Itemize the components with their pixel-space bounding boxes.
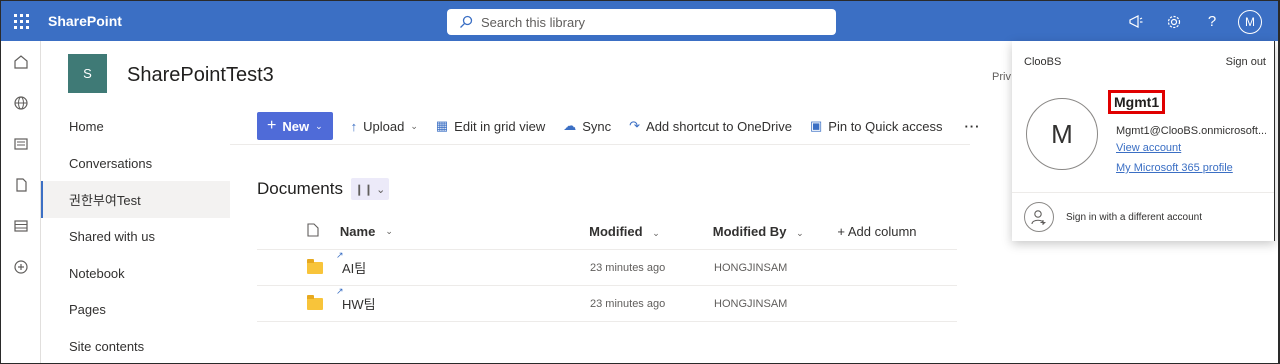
add-column-button[interactable]: + Add column [837,224,957,239]
privacy-link-fragment[interactable]: Priv [992,71,1011,83]
m365-profile-link[interactable]: My Microsoft 365 profile [1116,162,1233,174]
nav-item-permission-test[interactable]: 권한부여Test [41,181,230,219]
view-selector-button[interactable]: ❙❙ ⌄ [350,178,389,200]
left-app-bar [0,41,41,364]
modified-cell: 23 minutes ago [590,297,666,310]
plus-icon: + [267,117,277,134]
globe-icon[interactable] [12,94,30,112]
folder-icon [307,258,323,274]
org-name: ClooBS [1024,56,1062,68]
sync-button[interactable]: ☁ Sync [563,118,611,134]
site-navigation: Home Conversations 권한부여Test Shared with … [41,108,230,364]
column-name-label: Name [339,224,376,239]
pin-quick-access-button[interactable]: ▣ Pin to Quick access [810,118,942,134]
new-item-icon: ↗ [336,286,344,296]
folder-name: AI팀 [342,261,367,276]
add-shortcut-button[interactable]: ↷ Add shortcut to OneDrive [629,118,792,134]
upload-label: Upload [363,118,405,134]
suite-bar: SharePoint Search this library ? M [0,0,1280,41]
command-bar-divider [230,144,970,145]
add-shortcut-label: Add shortcut to OneDrive [646,118,792,134]
search-input[interactable]: Search this library [447,9,836,35]
account-panel: ClooBS Sign out M Mgmt1 Mgmt1@ClooBS.onm… [1012,41,1275,241]
chevron-down-icon: ⌄ [315,120,323,131]
chevron-down-icon: ⌄ [376,183,386,196]
account-email: Mgmt1@ClooBS.onmicrosoft.... [1116,125,1266,137]
folder-icon [307,294,323,310]
library-header: Documents ❙❙ ⌄ [257,178,389,200]
view-account-link[interactable]: View account [1116,142,1181,154]
pin-label: Pin to Quick access [828,118,943,134]
avatar[interactable]: M [1026,98,1098,170]
nav-item-site-contents[interactable]: Site contents [41,328,230,364]
chevron-down-icon: ⌄ [385,226,393,236]
column-name[interactable]: Name ⌄ [340,224,589,239]
modified-by-cell: HONGJINSAM [714,297,788,310]
modified-by-cell: HONGJINSAM [714,261,788,274]
sign-in-different-account-button[interactable]: Sign in with a different account [1024,202,1202,232]
folder-name-link[interactable]: ↗ AI팀 [336,250,367,277]
column-modified[interactable]: Modified ⌄ [589,224,713,239]
nav-item-pages[interactable]: Pages [41,291,230,328]
app-launcher-button[interactable] [1,1,42,42]
file-type-header[interactable] [257,223,340,240]
modified-cell: 23 minutes ago [590,261,666,274]
search-placeholder: Search this library [481,14,586,30]
nav-item-notebook[interactable]: Notebook [41,255,230,292]
library-title[interactable]: Documents [257,179,343,199]
waffle-icon [14,13,29,29]
edit-grid-label: Edit in grid view [454,118,546,134]
upload-button[interactable]: ↑ Upload ⌄ [351,119,418,134]
table-row[interactable]: ↗ AI팀 23 minutes ago HONGJINSAM [257,250,957,286]
new-item-icon: ↗ [336,250,344,260]
different-account-label: Sign in with a different account [1066,211,1203,223]
home-icon[interactable] [12,53,30,71]
table-row[interactable]: ↗ HW팀 23 minutes ago HONGJINSAM [257,286,957,322]
file-type-icon [307,223,319,237]
command-bar: + New ⌄ ↑ Upload ⌄ ▦ Edit in grid view ☁… [257,112,980,140]
create-icon[interactable] [12,258,30,276]
document-icon[interactable] [12,176,30,194]
more-options-button[interactable]: ··· [964,119,980,134]
nav-item-home[interactable]: Home [41,108,230,145]
column-modified-label: Modified [589,224,643,239]
add-person-icon [1024,202,1054,232]
sync-label: Sync [582,118,612,134]
avatar: M [1238,9,1262,34]
table-header: Name ⌄ Modified ⌄ Modified By ⌄ + Add co… [257,214,957,250]
news-icon[interactable] [12,135,30,153]
megaphone-icon[interactable] [1117,1,1155,42]
sync-icon: ☁ [563,118,577,133]
folder-name: HW팀 [342,297,376,312]
nav-item-shared-with-us[interactable]: Shared with us [41,218,230,255]
column-modified-by[interactable]: Modified By ⌄ [713,224,838,239]
chevron-down-icon: ⌄ [796,228,804,238]
panel-divider [1012,192,1274,193]
nav-item-conversations[interactable]: Conversations [41,145,230,182]
column-modified-by-label: Modified By [712,224,787,239]
grid-icon: ▦ [435,118,449,133]
new-button-label: New [282,118,310,134]
edit-grid-view-button[interactable]: ▦ Edit in grid view [436,118,545,134]
account-display-name: Mgmt1 [1108,90,1166,114]
file-list: Name ⌄ Modified ⌄ Modified By ⌄ + Add co… [257,214,957,322]
new-button[interactable]: + New ⌄ [257,112,333,140]
folder-name-link[interactable]: ↗ HW팀 [336,286,376,313]
search-icon [460,15,473,28]
pin-icon: ▣ [810,118,823,133]
library-icon: ❙❙ [354,183,374,196]
upload-icon: ↑ [350,118,358,134]
help-icon[interactable]: ? [1193,1,1231,42]
shortcut-icon: ↷ [629,118,641,133]
gear-icon[interactable] [1155,1,1193,42]
chevron-down-icon: ⌄ [410,120,418,131]
account-avatar-button[interactable]: M [1231,1,1269,42]
chevron-down-icon: ⌄ [652,228,660,238]
lists-icon[interactable] [12,217,30,235]
site-logo[interactable]: S [68,54,107,93]
app-brand[interactable]: SharePoint [48,13,122,29]
sign-out-link[interactable]: Sign out [1226,56,1266,68]
site-title[interactable]: SharePointTest3 [127,64,274,87]
